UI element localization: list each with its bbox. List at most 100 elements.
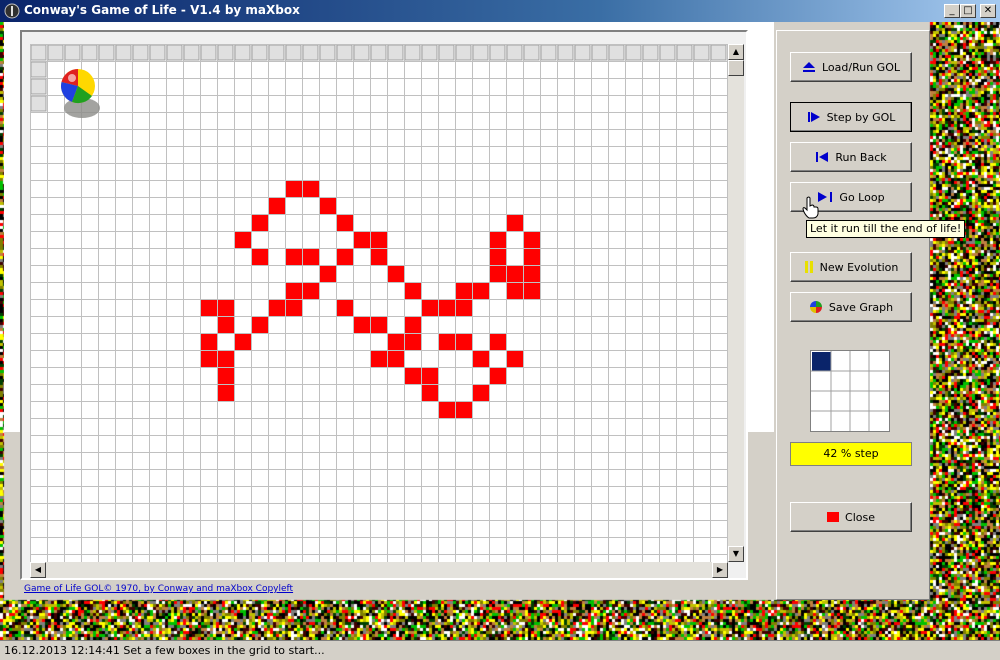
live-cell[interactable] — [218, 385, 234, 401]
live-cell[interactable] — [524, 266, 540, 282]
live-cell[interactable] — [524, 249, 540, 265]
status-bar: 16.12.2013 12:14:41 Set a few boxes in t… — [0, 640, 1000, 660]
live-cell[interactable] — [286, 249, 302, 265]
live-cell[interactable] — [490, 249, 506, 265]
live-cell[interactable] — [422, 300, 438, 316]
new-evolution-button[interactable]: New Evolution — [790, 252, 912, 282]
live-cell[interactable] — [507, 215, 523, 231]
live-cell[interactable] — [456, 300, 472, 316]
live-cell[interactable] — [286, 181, 302, 197]
live-cell[interactable] — [269, 198, 285, 214]
live-cell[interactable] — [218, 368, 234, 384]
live-cell[interactable] — [439, 334, 455, 350]
grid-header-cell — [149, 44, 166, 61]
live-cell[interactable] — [439, 300, 455, 316]
step-button[interactable]: Step by GOL — [790, 102, 912, 132]
scroll-right-arrow-icon[interactable]: ▶ — [712, 562, 728, 578]
live-cell[interactable] — [405, 368, 421, 384]
live-cell[interactable] — [388, 334, 404, 350]
live-cell[interactable] — [337, 249, 353, 265]
grid-header-cell — [251, 44, 268, 61]
live-cell[interactable] — [286, 300, 302, 316]
live-cell[interactable] — [422, 368, 438, 384]
live-cell[interactable] — [490, 266, 506, 282]
scroll-thumb[interactable] — [728, 60, 744, 76]
live-cell[interactable] — [405, 317, 421, 333]
load-run-button[interactable]: Load/Run GOL — [790, 52, 912, 82]
ball-icon — [60, 69, 100, 118]
step-forward-icon — [807, 112, 820, 122]
live-cell[interactable] — [252, 317, 268, 333]
live-cell[interactable] — [456, 334, 472, 350]
run-back-label: Run Back — [835, 150, 887, 164]
scroll-down-arrow-icon[interactable]: ▼ — [728, 546, 744, 562]
live-cell[interactable] — [473, 283, 489, 299]
live-cell[interactable] — [371, 351, 387, 367]
live-cell[interactable] — [490, 232, 506, 248]
vertical-scrollbar[interactable]: ▲ ▼ — [728, 44, 744, 562]
live-cell[interactable] — [524, 283, 540, 299]
eject-icon — [803, 62, 815, 72]
minimize-button[interactable]: _ — [944, 4, 960, 18]
live-cell[interactable] — [524, 232, 540, 248]
live-cell[interactable] — [320, 198, 336, 214]
live-cell[interactable] — [439, 402, 455, 418]
grid-header-cell — [523, 44, 540, 61]
live-cell[interactable] — [371, 232, 387, 248]
live-cell[interactable] — [337, 215, 353, 231]
maximize-button[interactable]: □ — [960, 4, 976, 18]
live-cell[interactable] — [422, 385, 438, 401]
live-cell[interactable] — [303, 181, 319, 197]
life-grid[interactable] — [30, 44, 728, 562]
grid-header-cell — [132, 44, 149, 61]
horizontal-scrollbar[interactable]: ◀ ▶ — [30, 562, 728, 578]
live-cell[interactable] — [507, 283, 523, 299]
color-wheel-icon — [809, 301, 822, 313]
live-cell[interactable] — [201, 300, 217, 316]
close-window-button[interactable]: ✕ — [980, 4, 996, 18]
live-cell[interactable] — [235, 232, 251, 248]
live-cell[interactable] — [218, 351, 234, 367]
live-cell[interactable] — [405, 283, 421, 299]
live-cell[interactable] — [286, 283, 302, 299]
close-label: Close — [845, 510, 875, 524]
scroll-up-arrow-icon[interactable]: ▲ — [728, 44, 744, 60]
live-cell[interactable] — [371, 249, 387, 265]
live-cell[interactable] — [303, 283, 319, 299]
live-cell[interactable] — [269, 300, 285, 316]
grid-header-cell — [30, 61, 47, 78]
app-icon — [4, 3, 20, 19]
live-cell[interactable] — [354, 232, 370, 248]
live-cell[interactable] — [201, 334, 217, 350]
live-cell[interactable] — [235, 334, 251, 350]
live-cell[interactable] — [490, 368, 506, 384]
live-cell[interactable] — [218, 300, 234, 316]
live-cell[interactable] — [337, 300, 353, 316]
live-cell[interactable] — [507, 351, 523, 367]
live-cell[interactable] — [388, 351, 404, 367]
grid-header-cell — [608, 44, 625, 61]
close-button[interactable]: Close — [790, 502, 912, 532]
live-cell[interactable] — [303, 249, 319, 265]
live-cell[interactable] — [473, 351, 489, 367]
run-back-button[interactable]: Run Back — [790, 142, 912, 172]
live-cell[interactable] — [490, 334, 506, 350]
live-cell[interactable] — [507, 266, 523, 282]
live-cell[interactable] — [252, 215, 268, 231]
live-cell[interactable] — [371, 317, 387, 333]
live-cell[interactable] — [218, 317, 234, 333]
live-cell[interactable] — [456, 283, 472, 299]
live-cell[interactable] — [201, 351, 217, 367]
live-cell[interactable] — [354, 317, 370, 333]
save-graph-button[interactable]: Save Graph — [790, 292, 912, 322]
grid-header-cell — [268, 44, 285, 61]
live-cell[interactable] — [405, 334, 421, 350]
live-cell[interactable] — [388, 266, 404, 282]
go-loop-label: Go Loop — [839, 190, 885, 204]
live-cell[interactable] — [320, 266, 336, 282]
live-cell[interactable] — [252, 249, 268, 265]
live-cell[interactable] — [456, 402, 472, 418]
credit-link[interactable]: Game of Life GOL© 1970, by Conway and ma… — [22, 584, 296, 594]
scroll-left-arrow-icon[interactable]: ◀ — [30, 562, 46, 578]
live-cell[interactable] — [473, 385, 489, 401]
